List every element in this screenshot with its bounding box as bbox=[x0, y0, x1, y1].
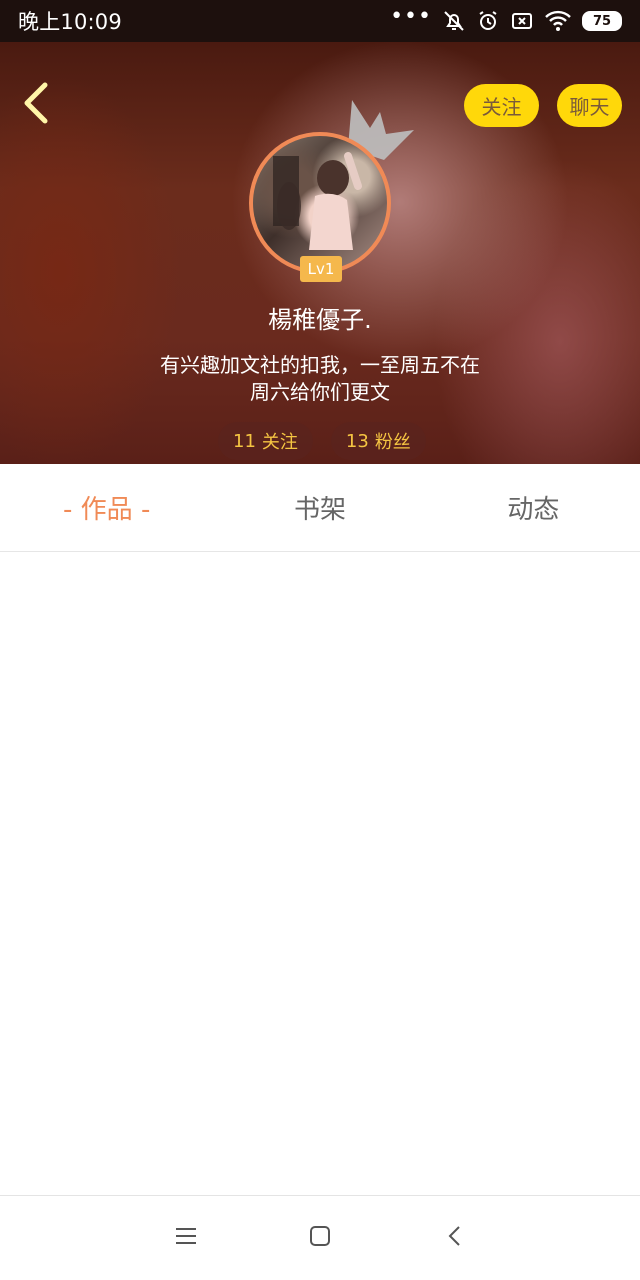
tab-content-area bbox=[0, 553, 640, 1195]
fans-stat[interactable]: 13 粉丝 bbox=[330, 422, 426, 460]
bell-muted-icon bbox=[442, 9, 466, 33]
more-notifications-icon: ••• bbox=[390, 4, 432, 29]
header-actions: 关注 聊天 bbox=[464, 84, 622, 127]
menu-button[interactable] bbox=[119, 1208, 253, 1268]
following-stat[interactable]: 11 关注 bbox=[218, 422, 313, 460]
tab-bookshelf[interactable]: 书架 bbox=[213, 489, 426, 526]
alarm-icon bbox=[476, 9, 500, 33]
bio: 有兴趣加文社的扣我，一至周五不在 周六给你们更文 bbox=[100, 352, 540, 406]
chat-button[interactable]: 聊天 bbox=[557, 84, 622, 127]
system-nav-bar bbox=[0, 1195, 640, 1280]
following-count: 11 bbox=[233, 430, 256, 452]
tab-works[interactable]: - 作品 - bbox=[0, 489, 213, 526]
username: 楊稚優子. bbox=[268, 306, 372, 334]
battery-indicator: 75 bbox=[582, 11, 622, 31]
tab-activity[interactable]: 动态 bbox=[427, 489, 640, 526]
following-label: 关注 bbox=[261, 432, 298, 453]
sim-off-icon bbox=[510, 9, 534, 33]
fans-label: 粉丝 bbox=[374, 432, 411, 453]
menu-icon bbox=[175, 1227, 197, 1249]
nav-back-icon bbox=[447, 1225, 461, 1251]
status-icons: ••• 75 bbox=[390, 4, 622, 33]
level-badge: Lv1 bbox=[300, 256, 342, 282]
bio-line: 有兴趣加文社的扣我，一至周五不在 bbox=[160, 353, 480, 377]
back-button[interactable] bbox=[14, 80, 58, 130]
status-time: 晚上10:09 bbox=[18, 10, 122, 34]
nav-back-button[interactable] bbox=[387, 1208, 521, 1268]
fans-count: 13 bbox=[345, 430, 369, 452]
status-bar: 晚上10:09 ••• 75 bbox=[0, 0, 640, 42]
profile-tabs: - 作品 - 书架 动态 bbox=[0, 464, 640, 552]
chevron-left-icon bbox=[21, 81, 51, 129]
bio-line: 周六给你们更文 bbox=[250, 380, 390, 404]
avatar[interactable] bbox=[249, 132, 391, 274]
stats-row: 11 关注 13 粉丝 bbox=[218, 422, 426, 460]
home-square-icon bbox=[309, 1225, 331, 1251]
home-button[interactable] bbox=[253, 1208, 387, 1268]
follow-button[interactable]: 关注 bbox=[464, 84, 539, 127]
tab-works-label: 作品 bbox=[80, 495, 133, 525]
tab-active-dash: - bbox=[140, 495, 151, 525]
wifi-icon bbox=[544, 9, 572, 33]
tab-active-dash: - bbox=[63, 495, 73, 525]
profile-header: 关注 聊天 Lv1 楊稚優子. 有兴趣加文社的扣我，一至周五不在 周六给你们更文… bbox=[0, 42, 640, 464]
